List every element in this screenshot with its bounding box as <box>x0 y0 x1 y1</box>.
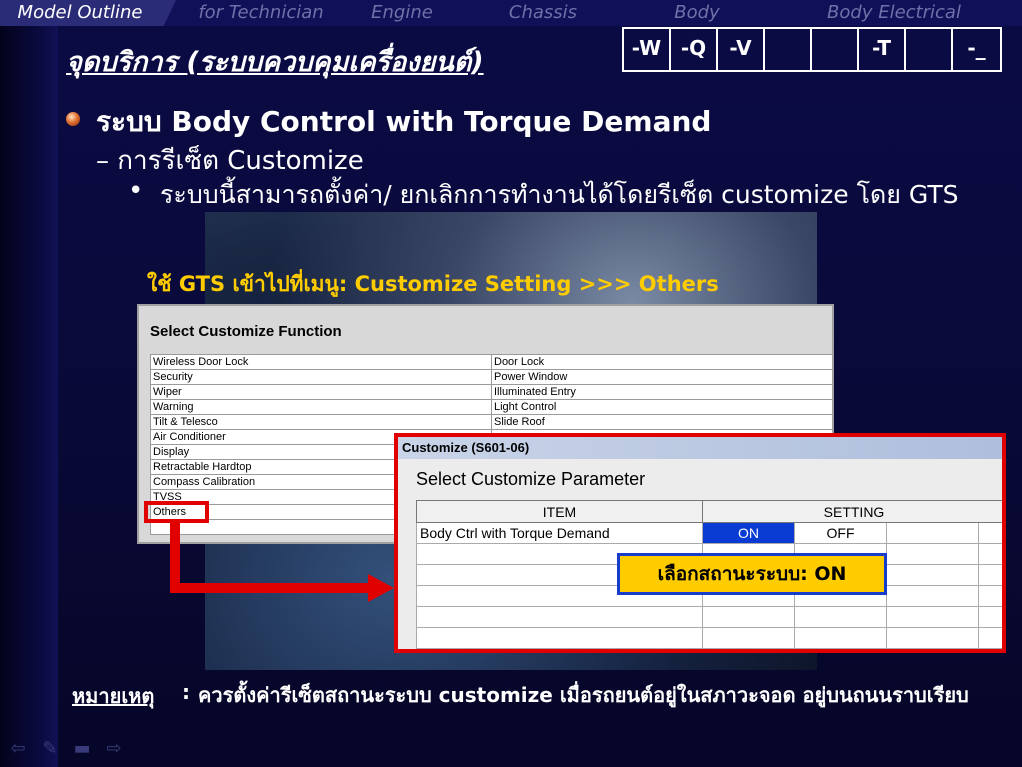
table-row <box>416 606 1002 628</box>
code-box: -Q <box>671 29 718 70</box>
others-highlight-box <box>144 501 209 523</box>
arrow-shaft-vertical <box>170 522 180 592</box>
instruction-text: ใช้ GTS เข้าไปที่เมนู: Customize Setting… <box>147 272 719 296</box>
code-box: -_ <box>967 36 986 60</box>
back-icon[interactable]: ⇦ <box>8 738 28 759</box>
item-name: Body Ctrl with Torque Demand <box>416 522 703 544</box>
pen-icon[interactable]: ✎ <box>40 738 60 759</box>
tab-body[interactable]: Body <box>628 0 766 26</box>
col-item: ITEM <box>416 500 703 523</box>
page-title: จุดบริการ (ระบบควบคุมเครื่องยนต์) <box>66 47 484 78</box>
function-left-cell[interactable]: Wireless Door Lock <box>150 354 492 370</box>
arrow-shaft-horizontal <box>170 583 370 593</box>
tab-body-electrical[interactable]: Body Electrical <box>766 0 1022 26</box>
function-right-cell[interactable]: Illuminated Entry <box>491 384 832 400</box>
function-right-cell[interactable]: Slide Roof <box>491 414 832 430</box>
note-text: ควรตั้งค่ารีเซ็ตสถานะระบบ customize เมื่… <box>198 683 969 707</box>
function-right-cell[interactable]: Power Window <box>491 369 832 385</box>
table-row[interactable]: Security Power Window <box>150 369 832 385</box>
col-setting: SETTING <box>702 500 1002 523</box>
menu-icon[interactable]: ▬ <box>72 738 92 759</box>
customize-parameter-window: Customize (S601-06) Select Customize Par… <box>394 433 1006 653</box>
code-box <box>906 29 953 70</box>
setting-cell <box>978 522 1002 544</box>
variant-code-boxes: -W -Q -V -T -_ <box>622 27 1002 72</box>
window-title: Select Customize Function <box>150 323 342 340</box>
bullet-dot-small-icon: • <box>128 176 144 206</box>
bullet-level1-system: Body Control with Torque Demand <box>171 105 712 138</box>
function-left-cell[interactable]: Security <box>150 369 492 385</box>
code-box: -V <box>718 29 765 70</box>
function-right-cell[interactable]: Door Lock <box>491 354 832 370</box>
function-left-cell[interactable]: Warning <box>150 399 492 415</box>
setting-cell <box>886 522 979 544</box>
note-colon: : <box>182 680 190 704</box>
setting-on-button[interactable]: ON <box>702 522 795 544</box>
arrow-right-icon <box>368 574 394 602</box>
window-heading: Select Customize Parameter <box>416 469 646 489</box>
setting-off-button[interactable]: OFF <box>794 522 887 544</box>
table-row[interactable]: Body Ctrl with Torque Demand ON OFF <box>416 522 1002 544</box>
note-label: หมายเหตุ <box>72 684 155 708</box>
tab-engine[interactable]: Engine <box>346 0 458 26</box>
code-box <box>765 29 812 70</box>
code-box <box>812 29 859 70</box>
bullet-dot-icon <box>66 112 80 126</box>
function-left-cell[interactable]: Wiper <box>150 384 492 400</box>
top-nav: Model Outline for Technician Engine Chas… <box>0 0 1022 26</box>
code-box: -W <box>624 29 671 70</box>
tab-chassis[interactable]: Chassis <box>458 0 628 26</box>
table-row[interactable]: Wireless Door Lock Door Lock <box>150 354 832 370</box>
table-row[interactable]: Wiper Illuminated Entry <box>150 384 832 400</box>
function-right-cell[interactable]: Light Control <box>491 399 832 415</box>
left-band <box>0 26 58 767</box>
bullet-level2-text: การรีเซ็ต Customize <box>117 146 364 176</box>
tab-model-outline[interactable]: Model Outline <box>0 0 176 26</box>
window-titlebar: Customize (S601-06) <box>398 437 1002 459</box>
table-row[interactable]: Warning Light Control <box>150 399 832 415</box>
code-box: -T <box>859 29 906 70</box>
function-left-cell[interactable]: Tilt & Telesco <box>150 414 492 430</box>
tab-for-technician[interactable]: for Technician <box>176 0 346 26</box>
bullet-level1-prefix: ระบบ <box>96 105 162 138</box>
table-row[interactable]: Tilt & Telesco Slide Roof <box>150 414 832 430</box>
bullet-level1: ระบบ Body Control with Torque Demand <box>96 100 711 144</box>
table-row <box>416 627 1002 649</box>
bottom-nav: ⇦ ✎ ▬ ⇨ <box>8 738 124 759</box>
bullet-level2: – การรีเซ็ต Customize <box>96 146 364 176</box>
callout-select-on: เลือกสถานะระบบ: ON <box>617 553 887 595</box>
bullet-level3: ระบบนี้สามารถตั้งค่า/ ยกเลิกการทำงานได้โ… <box>160 180 959 209</box>
forward-icon[interactable]: ⇨ <box>104 738 124 759</box>
